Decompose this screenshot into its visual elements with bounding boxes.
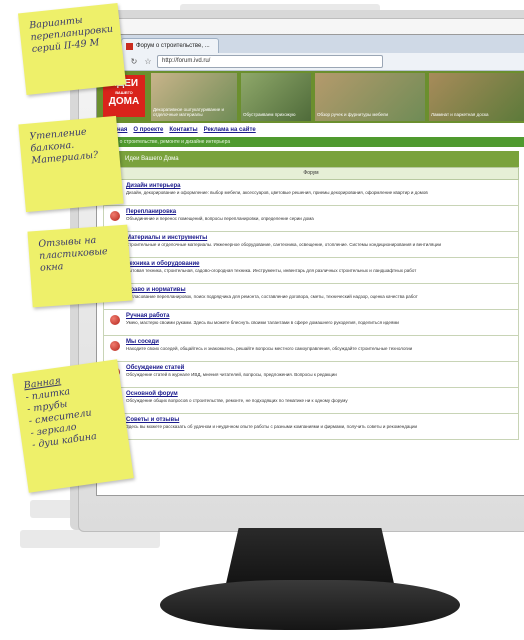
forum-row[interactable]: Техника и оборудование Бытовая техника, с… [103, 258, 519, 284]
forum-name-link[interactable]: Материалы и инструменты [126, 235, 514, 242]
banner-3[interactable]: Обзор ручек и фурнитуры мебели [315, 73, 425, 121]
site-favicon-icon [126, 42, 133, 50]
monitor-stand-base [160, 580, 460, 630]
forum-name-link[interactable]: Право и нормативы [126, 287, 514, 294]
forum-title-bar: Идеи Вашего Дома [103, 151, 519, 167]
forum-name-link[interactable]: Основной форум [126, 391, 514, 398]
forum-row[interactable]: Дизайн интерьера Дизайн, декорирование и … [103, 180, 519, 206]
banner-3-caption: Обзор ручек и фурнитуры мебели [317, 112, 388, 117]
forum-name-link[interactable]: Ручная работа [126, 313, 514, 320]
reload-icon[interactable]: ↻ [129, 57, 139, 67]
banner-1[interactable]: Декоративное оштукатуривание и отделочны… [151, 73, 237, 121]
forum-status-icon [110, 211, 120, 221]
browser-tab[interactable]: Форум о строительстве, ... [121, 38, 219, 53]
forum-row[interactable]: Перепланировка Объединение и перенос поме… [103, 206, 519, 232]
banner-2-caption: Обустраиваем прихожую [243, 112, 296, 117]
forum-status-icon [110, 315, 120, 325]
sticky-note-balcony: Утепление балкона. Материалы? [18, 115, 124, 213]
browser-tabbar: Форум о строительстве, ... [97, 35, 524, 53]
forum-name-link[interactable]: Перепланировка [126, 209, 514, 216]
banner-1-caption: Декоративное оштукатуривание и отделочны… [153, 107, 225, 117]
forum-row[interactable]: Материалы и инструменты Строительные и от… [103, 232, 519, 258]
forum-row[interactable]: Основной форум Обсуждение общих вопросов … [103, 388, 519, 414]
banner-2[interactable]: Обустраиваем прихожую [241, 73, 311, 121]
forum-name-link[interactable]: Обсуждение статей [126, 365, 514, 372]
forum-description: Здесь вы можете рассказать об удачном и … [126, 424, 418, 429]
nav-ads-link[interactable]: Реклама на сайте [204, 127, 256, 133]
sticky-note-layouts: Варианты перепланировки серий II-49 М [17, 2, 127, 96]
forum-list: Дизайн интерьера Дизайн, декорирование и … [103, 180, 519, 440]
forum-description: Находите своих соседей, общайтесь и знак… [126, 346, 413, 351]
forum-status-icon [110, 341, 120, 351]
forum-description: Дизайн, декорирование и оформление: выбо… [126, 190, 428, 195]
forum-row[interactable]: Обсуждение статей Обсуждение статей в жур… [103, 362, 519, 388]
forum-row[interactable]: Советы и отзывы Здесь вы можете рассказат… [103, 414, 519, 440]
browser-tab-title: Форум о строительстве, ... [136, 43, 210, 49]
address-bar[interactable]: http://forum.ivd.ru/ [157, 55, 383, 68]
banner-4-caption: Ламинат и паркетная доска [431, 112, 489, 117]
forum-name-link[interactable]: Дизайн интерьера [126, 183, 514, 190]
forum-row[interactable]: Ручная работа Умею, мастерю своими руками… [103, 310, 519, 336]
forum-description: Объединение и перенос помещений, вопросы… [126, 216, 314, 221]
forum-description: Бытовая техника, строительная, садово-ог… [126, 268, 417, 273]
forum-description: Согласование перепланировок, поиск подря… [126, 294, 418, 299]
sticky-note-bathroom: Ванная - плитка - трубы - смесители - зе… [12, 359, 134, 493]
banner-4[interactable]: Ламинат и паркетная доска [429, 73, 524, 121]
forum-description: Умею, мастерю своими руками. Здесь вы мо… [126, 320, 399, 325]
star-icon[interactable]: ☆ [143, 57, 153, 67]
site-nav: Главная О проекте Контакты Реклама на са… [97, 123, 524, 137]
sticky-note-windows: Отзывы на пластиковые окна [27, 224, 133, 308]
logo-line-3: ДОМА [108, 96, 140, 107]
forum-name-link[interactable]: Мы соседи [126, 339, 514, 346]
forum-description: Обсуждение статей в журнале ИВД, мнения … [126, 372, 337, 377]
forum-column-header: Форум [103, 167, 519, 180]
site-header: ИДЕИ ВАШЕГО ДОМА Декоративное оштукатури… [97, 71, 524, 123]
browser-toolbar: ◀ ▶ ↻ ☆ http://forum.ivd.ru/ [97, 53, 524, 71]
nav-about-link[interactable]: О проекте [133, 127, 163, 133]
forum-name-link[interactable]: Советы и отзывы [126, 417, 514, 424]
nav-contacts-link[interactable]: Контакты [169, 127, 197, 133]
breadcrumb[interactable]: Форум о строительстве, ремонте и дизайне… [97, 137, 524, 147]
monitor-screen: Форум о строительстве, ... ◀ ▶ ↻ ☆ http:… [96, 34, 524, 496]
monitor-stand-neck [225, 528, 395, 588]
forum-row[interactable]: Право и нормативы Согласование перепланир… [103, 284, 519, 310]
forum-description: Обсуждение общих вопросов о строительств… [126, 398, 348, 403]
forum-name-link[interactable]: Техника и оборудование [126, 261, 514, 268]
forum-title: Идеи Вашего Дома [125, 156, 179, 162]
forum-description: Строительные и отделочные материалы. Инж… [126, 242, 441, 247]
forum-row[interactable]: Мы соседи Находите своих соседей, общайте… [103, 336, 519, 362]
